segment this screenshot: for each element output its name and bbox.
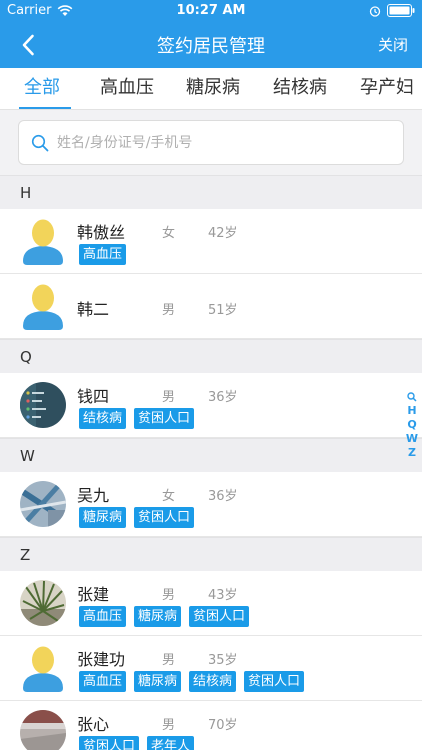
resident-row[interactable]: 钱四 男 36岁 结核病 贫困人口 (0, 373, 422, 438)
tag: 贫困人口 (134, 507, 195, 528)
tag: 结核病 (79, 408, 127, 429)
index-search-icon[interactable] (407, 392, 417, 402)
search-icon (31, 134, 49, 152)
close-button[interactable]: 关闭 (378, 34, 408, 55)
tag: 高血压 (79, 671, 127, 692)
section-header-w: W (0, 438, 422, 472)
default-avatar-icon (23, 284, 63, 330)
resident-name: 吴九 (77, 486, 110, 505)
resident-age: 42岁 (208, 226, 238, 241)
resident-age: 36岁 (208, 489, 238, 504)
tag-list: 高血压 糖尿病 贫困人口 (79, 606, 250, 627)
resident-age: 70岁 (208, 718, 238, 733)
photo-avatar (20, 382, 66, 428)
status-time: 10:27 AM (176, 3, 246, 18)
resident-row[interactable]: 韩傲丝 女 42岁 高血压 (0, 209, 422, 274)
tab-hypertension[interactable]: 高血压 (100, 68, 154, 109)
resident-row[interactable]: 张心 男 70岁 贫困人口 老年人 (0, 701, 422, 750)
index-letter-w[interactable]: W (406, 432, 418, 445)
resident-name: 张心 (77, 715, 110, 734)
alarm-icon (369, 5, 381, 17)
resident-name: 韩二 (77, 300, 110, 319)
resident-name: 钱四 (77, 387, 110, 406)
resident-gender: 男 (162, 303, 176, 318)
status-indicators (369, 4, 415, 17)
index-letter-q[interactable]: Q (407, 418, 416, 431)
tag-list: 结核病 贫困人口 (79, 408, 195, 429)
tag: 老年人 (147, 736, 195, 750)
photo-avatar (20, 580, 66, 626)
default-avatar-icon (23, 646, 63, 692)
resident-gender: 女 (162, 489, 176, 504)
tag-list: 高血压 糖尿病 结核病 贫困人口 (79, 671, 305, 692)
resident-gender: 男 (162, 653, 176, 668)
resident-age: 51岁 (208, 303, 238, 318)
index-letter-h[interactable]: H (407, 404, 416, 417)
tag: 糖尿病 (134, 671, 182, 692)
tag-list: 贫困人口 老年人 (79, 736, 195, 750)
category-tabs: 全部 高血压 糖尿病 结核病 孕产妇 (0, 68, 422, 110)
default-avatar-icon (23, 219, 63, 265)
resident-row[interactable]: 张建 男 43岁 高血压 糖尿病 贫困人口 (0, 571, 422, 636)
photo-avatar (20, 481, 66, 527)
resident-gender: 男 (162, 390, 176, 405)
resident-row[interactable]: 韩二 男 51岁 (0, 274, 422, 339)
resident-row[interactable]: 吴九 女 36岁 糖尿病 贫困人口 (0, 472, 422, 537)
resident-gender: 男 (162, 588, 176, 603)
resident-row[interactable]: 张建功 男 35岁 高血压 糖尿病 结核病 贫困人口 (0, 636, 422, 701)
tag-list: 糖尿病 贫困人口 (79, 507, 195, 528)
tag: 高血压 (79, 244, 127, 265)
tag: 高血压 (79, 606, 127, 627)
battery-icon (387, 4, 415, 17)
tag: 贫困人口 (244, 671, 305, 692)
tag: 糖尿病 (134, 606, 182, 627)
tag: 结核病 (189, 671, 237, 692)
page-title: 签约居民管理 (157, 36, 265, 57)
resident-gender: 女 (162, 226, 176, 241)
resident-age: 35岁 (208, 653, 238, 668)
nav-bar: 签约居民管理 关闭 (0, 22, 422, 68)
tag: 糖尿病 (79, 507, 127, 528)
status-bar: Carrier 10:27 AM (0, 0, 422, 22)
resident-name: 张建 (77, 585, 110, 604)
app-header: Carrier 10:27 AM 签约居民管理 关闭 (0, 0, 422, 68)
resident-name: 韩傲丝 (77, 223, 126, 242)
search-box (18, 120, 404, 165)
tag-list: 高血压 (79, 244, 127, 265)
active-tab-indicator (19, 107, 71, 109)
resident-age: 43岁 (208, 588, 238, 603)
resident-name: 张建功 (77, 650, 126, 669)
tag: 贫困人口 (189, 606, 250, 627)
tab-tuberculosis[interactable]: 结核病 (273, 68, 327, 109)
tag: 贫困人口 (134, 408, 195, 429)
section-header-h: H (0, 175, 422, 209)
tab-all[interactable]: 全部 (24, 68, 60, 109)
tab-diabetes[interactable]: 糖尿病 (186, 68, 240, 109)
section-header-z: Z (0, 537, 422, 571)
photo-avatar (20, 710, 66, 750)
search-input[interactable] (57, 121, 397, 164)
index-letter-z[interactable]: Z (408, 446, 416, 459)
alphabet-index-bar[interactable]: H Q W Z (405, 392, 419, 459)
resident-age: 36岁 (208, 390, 238, 405)
resident-gender: 男 (162, 718, 176, 733)
tag: 贫困人口 (79, 736, 140, 750)
tab-maternal[interactable]: 孕产妇 (360, 68, 414, 109)
section-header-q: Q (0, 339, 422, 373)
